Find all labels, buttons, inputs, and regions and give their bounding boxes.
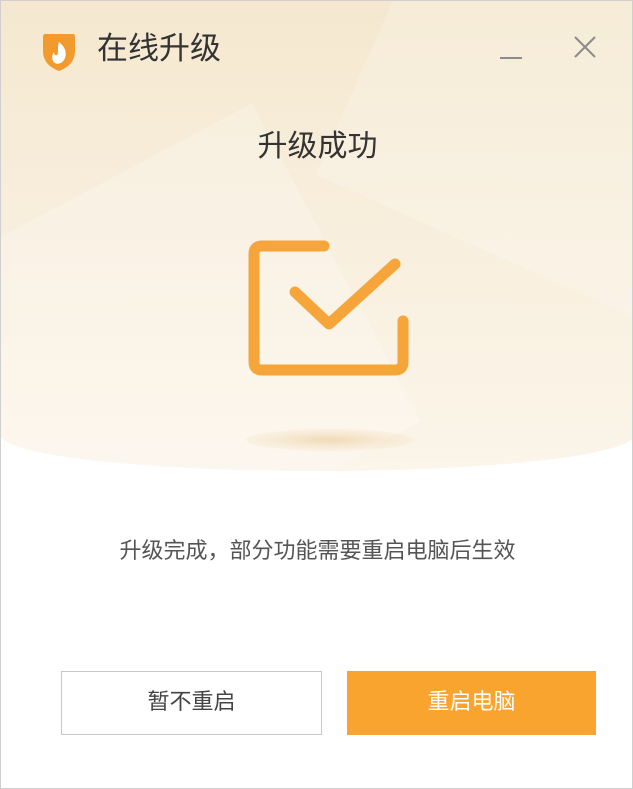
minimize-button[interactable] bbox=[491, 27, 531, 67]
window-title: 在线升级 bbox=[97, 31, 221, 67]
close-icon bbox=[574, 36, 596, 58]
shield-flame-icon bbox=[43, 34, 75, 71]
close-button[interactable] bbox=[565, 27, 605, 67]
restart-notice: 升级完成，部分功能需要重启电脑后生效 bbox=[119, 539, 516, 564]
checkmark-box-icon bbox=[248, 240, 409, 376]
minimize-icon bbox=[500, 57, 522, 59]
restart-later-button[interactable]: 暂不重启 bbox=[61, 671, 322, 735]
title-bar: 在线升级 bbox=[1, 1, 632, 101]
upgrade-dialog: 在线升级 升级成功 升级完成，部分功能需要重启电脑后生效 暂不重启 重启电脑 bbox=[0, 0, 633, 789]
icon-shadow bbox=[246, 429, 414, 451]
success-headline: 升级成功 bbox=[257, 129, 378, 164]
restart-now-button[interactable]: 重启电脑 bbox=[347, 671, 596, 735]
